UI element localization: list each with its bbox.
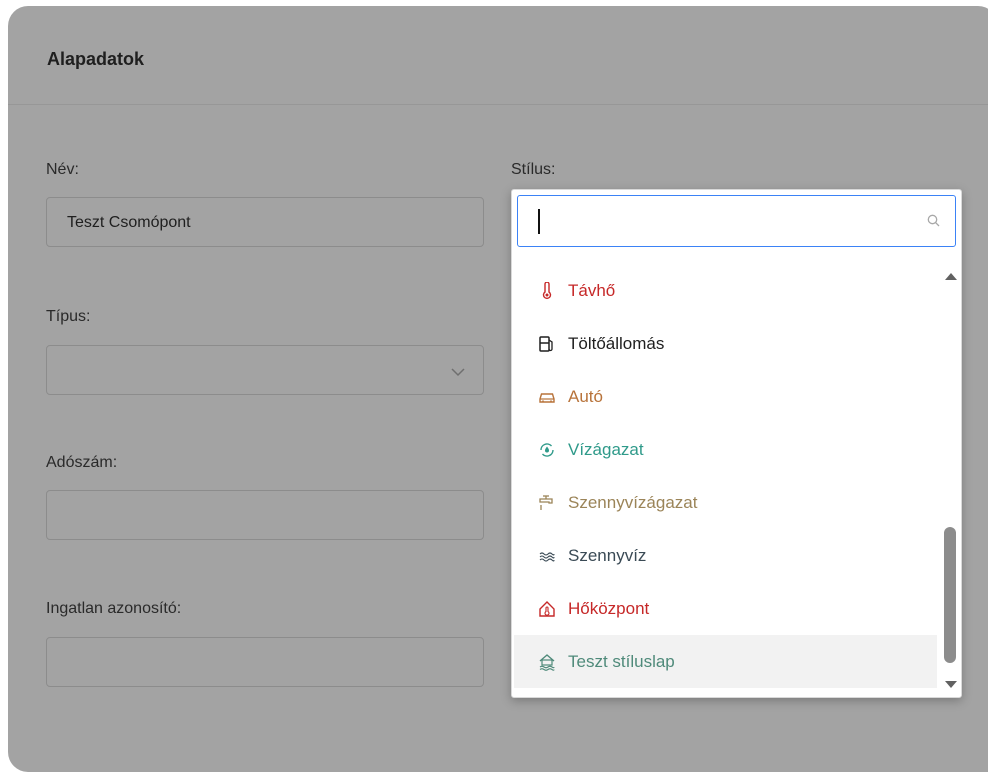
- style-search-box[interactable]: [517, 195, 956, 247]
- scroll-down-arrow-icon[interactable]: [945, 681, 957, 688]
- tax-number-field[interactable]: [46, 490, 484, 540]
- style-dropdown: Távhő Töltőállomás Autó Vízágazat Szenny…: [511, 189, 962, 698]
- chevron-down-icon: [451, 364, 465, 382]
- style-option-teszt-stiluslap[interactable]: Teszt stíluslap: [514, 635, 937, 688]
- style-options-list: Távhő Töltőállomás Autó Vízágazat Szenny…: [514, 264, 937, 688]
- house-water-icon: [538, 653, 556, 671]
- water-cycle-icon: [538, 441, 556, 459]
- option-label: Szennyvíz: [568, 545, 647, 565]
- faucet-icon: [538, 494, 556, 512]
- option-label: Vízágazat: [568, 439, 644, 459]
- option-label: Szennyvízágazat: [568, 492, 698, 512]
- style-option-auto[interactable]: Autó: [514, 370, 937, 423]
- fuel-station-icon: [538, 335, 556, 353]
- option-label: Távhő: [568, 280, 616, 300]
- type-select[interactable]: [46, 345, 484, 395]
- car-icon: [538, 388, 556, 406]
- name-label: Név:: [46, 161, 79, 178]
- style-option-szennyvizagazat[interactable]: Szennyvízágazat: [514, 476, 937, 529]
- thermometer-icon: [538, 280, 556, 300]
- type-label: Típus:: [46, 308, 91, 325]
- scroll-thumb[interactable]: [944, 527, 956, 663]
- tax-number-label: Adószám:: [46, 454, 118, 471]
- text-caret: [538, 209, 540, 234]
- scroll-up-arrow-icon[interactable]: [945, 273, 957, 280]
- option-label: Töltőállomás: [568, 333, 665, 353]
- search-icon: [927, 214, 940, 232]
- style-option-szennyviz[interactable]: Szennyvíz: [514, 529, 937, 582]
- name-field[interactable]: Teszt Csomópont: [46, 197, 484, 247]
- card-header: Alapadatok: [8, 6, 988, 105]
- style-option-tavho[interactable]: Távhő: [514, 264, 937, 317]
- option-label: Teszt stíluslap: [568, 651, 675, 671]
- style-option-hokozpont[interactable]: Hőközpont: [514, 582, 937, 635]
- heat-house-icon: [538, 600, 556, 618]
- dropdown-scrollbar[interactable]: [939, 264, 961, 696]
- property-id-field[interactable]: [46, 637, 484, 687]
- style-option-vizagazat[interactable]: Vízágazat: [514, 423, 937, 476]
- property-id-label: Ingatlan azonosító:: [46, 600, 182, 617]
- option-label: Autó: [568, 386, 603, 406]
- style-option-toltoallomas[interactable]: Töltőállomás: [514, 317, 937, 370]
- style-label: Stílus:: [511, 161, 556, 178]
- style-search-input[interactable]: [546, 208, 910, 236]
- name-field-value: Teszt Csomópont: [67, 214, 191, 231]
- card-title: Alapadatok: [47, 49, 145, 69]
- waves-icon: [538, 547, 556, 565]
- option-label: Hőközpont: [568, 598, 650, 618]
